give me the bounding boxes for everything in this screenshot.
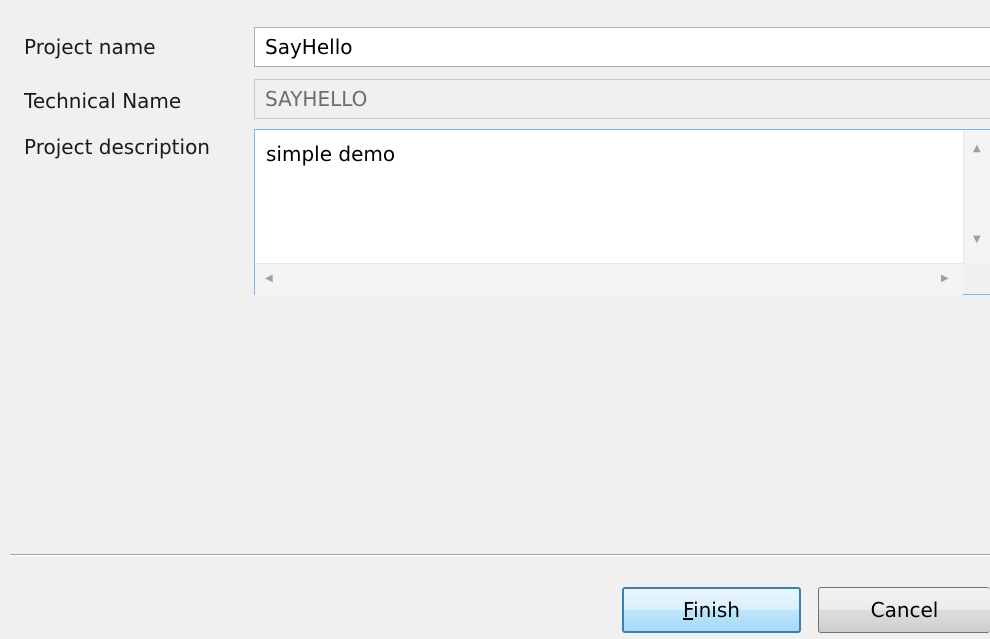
- project-description-label: Project description: [24, 135, 210, 159]
- finish-mnemonic: F: [683, 598, 694, 622]
- project-description-textarea[interactable]: simple demo ▲ ▼ ◀ ▶: [254, 129, 990, 295]
- project-description-text[interactable]: simple demo: [266, 142, 395, 166]
- finish-button[interactable]: Finish: [622, 587, 801, 633]
- cancel-button[interactable]: Cancel: [818, 587, 990, 633]
- technical-name-input: [254, 79, 990, 119]
- button-bar-separator: [10, 554, 990, 556]
- scrollbar-corner: [963, 263, 990, 294]
- scroll-right-arrow-icon[interactable]: ▶: [941, 274, 949, 284]
- vertical-scrollbar[interactable]: ▲ ▼: [963, 130, 990, 263]
- finish-label: inish: [693, 598, 740, 622]
- horizontal-scrollbar[interactable]: ◀ ▶: [255, 263, 963, 295]
- new-project-dialog: Project name Technical Name Project desc…: [0, 0, 990, 639]
- scroll-left-arrow-icon[interactable]: ◀: [265, 274, 273, 284]
- project-name-label: Project name: [24, 35, 156, 59]
- scroll-down-arrow-icon[interactable]: ▼: [973, 235, 981, 245]
- technical-name-label: Technical Name: [24, 89, 182, 113]
- scroll-up-arrow-icon[interactable]: ▲: [973, 144, 981, 154]
- project-name-input[interactable]: [254, 27, 990, 67]
